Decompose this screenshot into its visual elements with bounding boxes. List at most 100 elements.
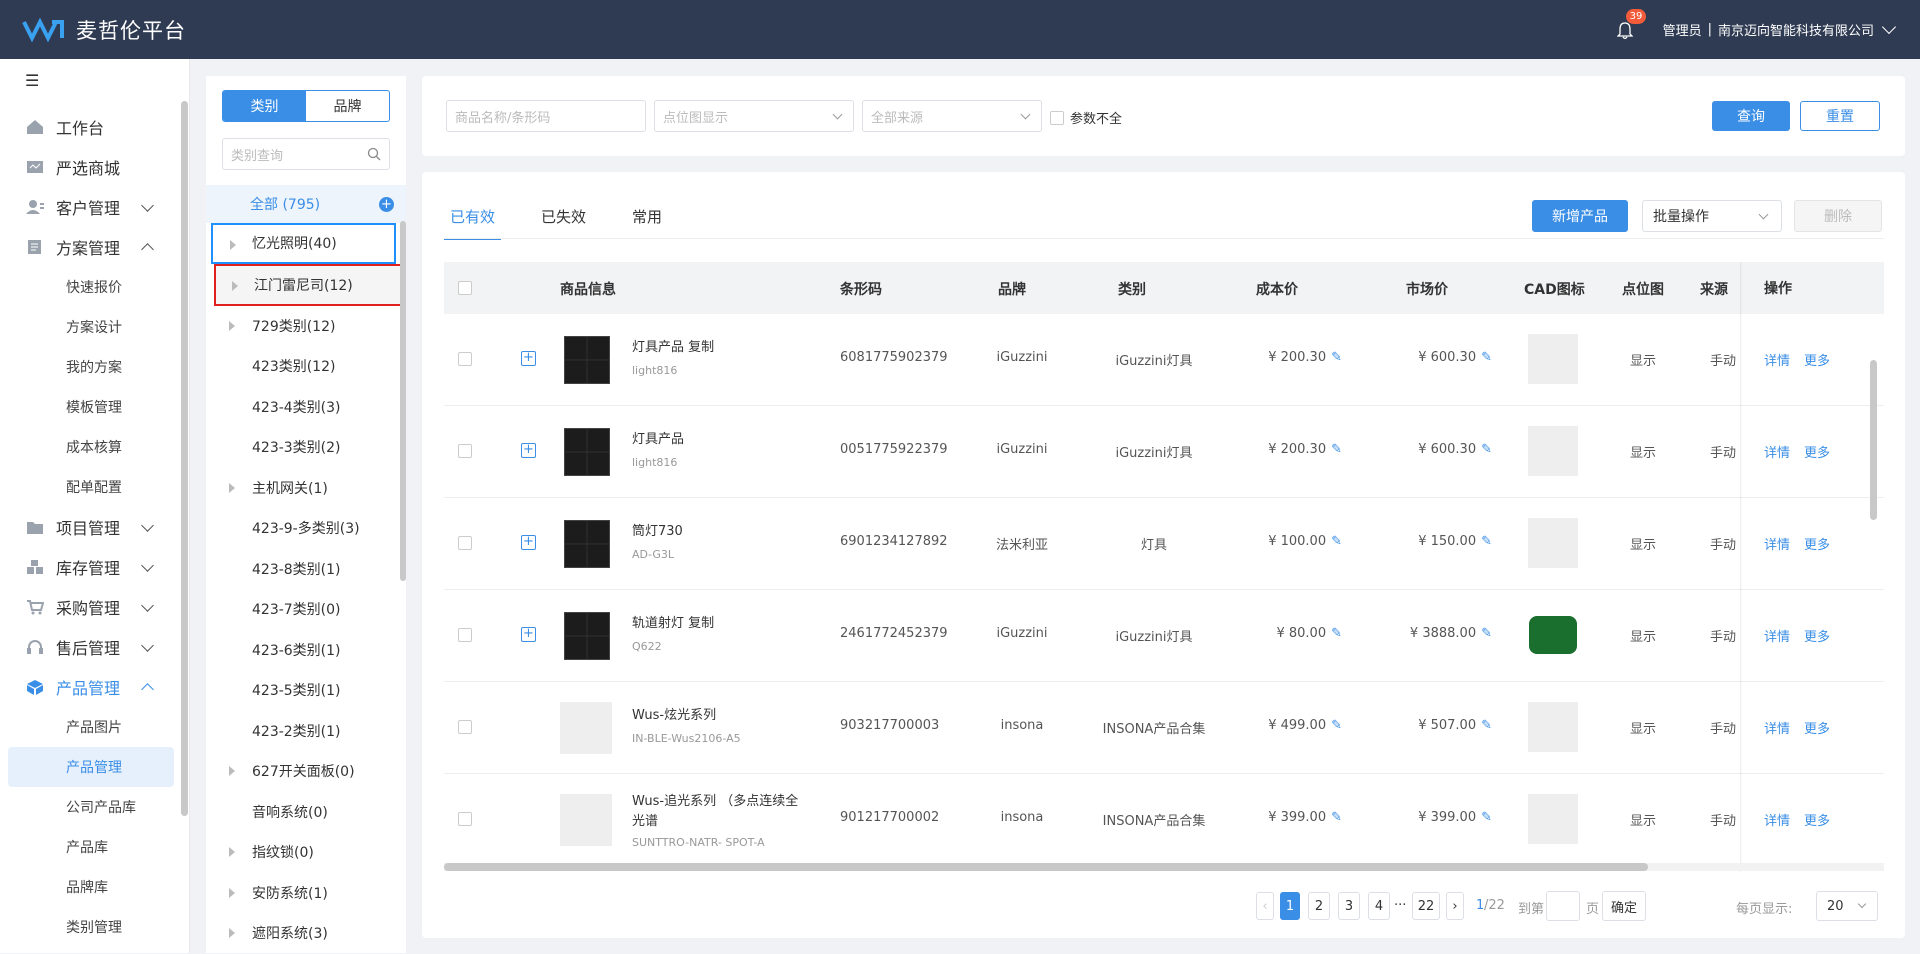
sidebar-item-workbench[interactable]: 工作台 [0, 107, 182, 147]
sidebar-subitem[interactable]: 快速报价 [0, 267, 182, 307]
category-item[interactable]: 627开关面板(0) [206, 751, 406, 792]
cad-icon-preview[interactable] [1528, 518, 1578, 568]
cad-icon-preview[interactable] [1528, 426, 1578, 476]
expand-row-icon[interactable]: + [521, 627, 536, 642]
row-checkbox[interactable] [458, 444, 472, 458]
row-checkbox[interactable] [458, 628, 472, 642]
sidebar-subitem[interactable]: 产品库 [0, 827, 182, 867]
detail-link[interactable]: 详情 [1764, 442, 1790, 461]
menu-collapse-icon[interactable]: ☰ [25, 71, 39, 90]
edit-pencil-icon[interactable]: ✎ [1331, 350, 1342, 365]
point-map-select[interactable]: 点位图显示 [654, 100, 854, 132]
goto-confirm-button[interactable]: 确定 [1602, 891, 1646, 921]
table-row[interactable]: Wus-炫光系列 IN-BLE-Wus2106-A5 903217700003 … [444, 682, 1884, 774]
edit-pencil-icon[interactable]: ✎ [1481, 350, 1492, 365]
tab-common[interactable]: 常用 [626, 202, 668, 240]
category-item[interactable]: 423-2类别(1) [206, 711, 406, 752]
detail-link[interactable]: 详情 [1764, 626, 1790, 645]
next-page-button[interactable]: › [1446, 892, 1464, 920]
table-vertical-scrollbar[interactable] [1870, 314, 1877, 734]
chevron-down-icon[interactable] [1881, 19, 1897, 35]
incomplete-params-checkbox[interactable]: 参数不全 [1050, 108, 1122, 127]
edit-pencil-icon[interactable]: ✎ [1331, 626, 1342, 641]
edit-pencil-icon[interactable]: ✎ [1331, 534, 1342, 549]
category-item[interactable]: 423-3类别(2) [206, 427, 406, 468]
cad-icon-preview[interactable] [1528, 794, 1578, 844]
sidebar-item-product[interactable]: 产品管理 [0, 667, 182, 707]
page-button[interactable]: 22 [1412, 892, 1440, 920]
edit-pencil-icon[interactable]: ✎ [1481, 534, 1492, 549]
detail-link[interactable]: 详情 [1764, 810, 1790, 829]
tab-brand[interactable]: 品牌 [306, 91, 389, 121]
edit-pencil-icon[interactable]: ✎ [1481, 718, 1492, 733]
sidebar-subitem[interactable]: 品牌库 [0, 867, 182, 907]
reset-button[interactable]: 重置 [1800, 101, 1880, 131]
sidebar-item-inventory[interactable]: 库存管理 [0, 547, 182, 587]
caret-right-icon[interactable] [229, 928, 235, 938]
add-category-icon[interactable]: + [379, 197, 394, 212]
more-link[interactable]: 更多 [1804, 442, 1830, 461]
row-checkbox[interactable] [458, 536, 472, 550]
category-item[interactable]: 423-8类别(1) [206, 549, 406, 590]
cad-icon-preview[interactable] [1529, 616, 1577, 654]
sidebar-item-purchase[interactable]: 采购管理 [0, 587, 182, 627]
delete-button[interactable]: 删除 [1794, 200, 1882, 232]
logo[interactable]: 麦哲伦平台 [22, 15, 186, 45]
more-link[interactable]: 更多 [1804, 534, 1830, 553]
expand-row-icon[interactable]: + [521, 443, 536, 458]
add-product-button[interactable]: 新增产品 [1532, 200, 1628, 232]
prev-page-button[interactable]: ‹ [1256, 892, 1274, 920]
page-ellipsis[interactable]: ··· [1394, 898, 1406, 913]
sidebar-subitem[interactable]: 我的方案 [0, 347, 182, 387]
table-row[interactable]: + 筒灯730 AD-G3L 6901234127892 法米利亚 灯具 ¥ 1… [444, 498, 1884, 590]
row-checkbox[interactable] [458, 352, 472, 366]
category-item[interactable]: 423-4类别(3) [206, 387, 406, 428]
tab-category[interactable]: 类别 [223, 91, 306, 121]
table-row[interactable]: + 轨道射灯 复制 Q622 2461772452379 iGuzzini iG… [444, 590, 1884, 682]
sidebar-item-aftersale[interactable]: 售后管理 [0, 627, 182, 667]
category-item[interactable]: 主机网关(1) [206, 468, 406, 509]
tab-inactive[interactable]: 已失效 [535, 202, 592, 240]
detail-link[interactable]: 详情 [1764, 350, 1790, 369]
caret-right-icon[interactable] [229, 887, 235, 898]
cad-icon-preview[interactable] [1528, 702, 1578, 752]
caret-right-icon[interactable] [229, 482, 235, 493]
detail-link[interactable]: 详情 [1764, 534, 1790, 553]
per-page-select[interactable]: 20 [1816, 891, 1878, 921]
source-select[interactable]: 全部来源 [862, 100, 1042, 132]
sidebar-subitem[interactable]: 类别管理 [0, 907, 182, 947]
search-icon[interactable] [367, 147, 381, 161]
query-button[interactable]: 查询 [1712, 101, 1790, 131]
sidebar-subitem[interactable]: 配单配置 [0, 467, 182, 507]
edit-pencil-icon[interactable]: ✎ [1331, 718, 1342, 733]
sidebar-item-project[interactable]: 项目管理 [0, 507, 182, 547]
category-item[interactable]: 遮阳系统(3) [206, 913, 406, 954]
more-link[interactable]: 更多 [1804, 350, 1830, 369]
cad-icon-preview[interactable] [1528, 334, 1578, 384]
sidebar-subitem[interactable]: 成本核算 [0, 427, 182, 467]
category-item[interactable]: 423类别(12) [206, 346, 406, 387]
sidebar-item-customer[interactable]: 客户管理 [0, 187, 182, 227]
sidebar-item-plan[interactable]: 方案管理 [0, 227, 182, 267]
expand-row-icon[interactable]: + [521, 535, 536, 550]
edit-pencil-icon[interactable]: ✎ [1481, 810, 1492, 825]
page-button[interactable]: 2 [1308, 892, 1330, 920]
checkbox[interactable] [1050, 110, 1064, 125]
edit-pencil-icon[interactable]: ✎ [1481, 626, 1492, 641]
category-item[interactable]: 忆光照明(40) [211, 223, 396, 264]
category-item[interactable]: 江门雷尼司(12) [214, 263, 404, 306]
row-checkbox[interactable] [458, 720, 472, 734]
category-item[interactable]: 音响系统(0) [206, 792, 406, 833]
sidebar-subitem[interactable]: 产品图片 [0, 707, 182, 747]
more-link[interactable]: 更多 [1804, 718, 1830, 737]
caret-right-icon[interactable] [230, 240, 236, 250]
category-item[interactable]: 423-5类别(1) [206, 670, 406, 711]
category-item[interactable]: 729类别(12) [206, 306, 406, 347]
more-link[interactable]: 更多 [1804, 810, 1830, 829]
sidebar-subitem[interactable]: 方案设计 [0, 307, 182, 347]
user-role[interactable]: 管理员 [1663, 20, 1702, 39]
select-all-checkbox[interactable] [458, 281, 472, 295]
expand-row-icon[interactable]: + [521, 351, 536, 366]
edit-pencil-icon[interactable]: ✎ [1481, 442, 1492, 457]
company-name[interactable]: 南京迈向智能科技有限公司 [1718, 20, 1874, 39]
